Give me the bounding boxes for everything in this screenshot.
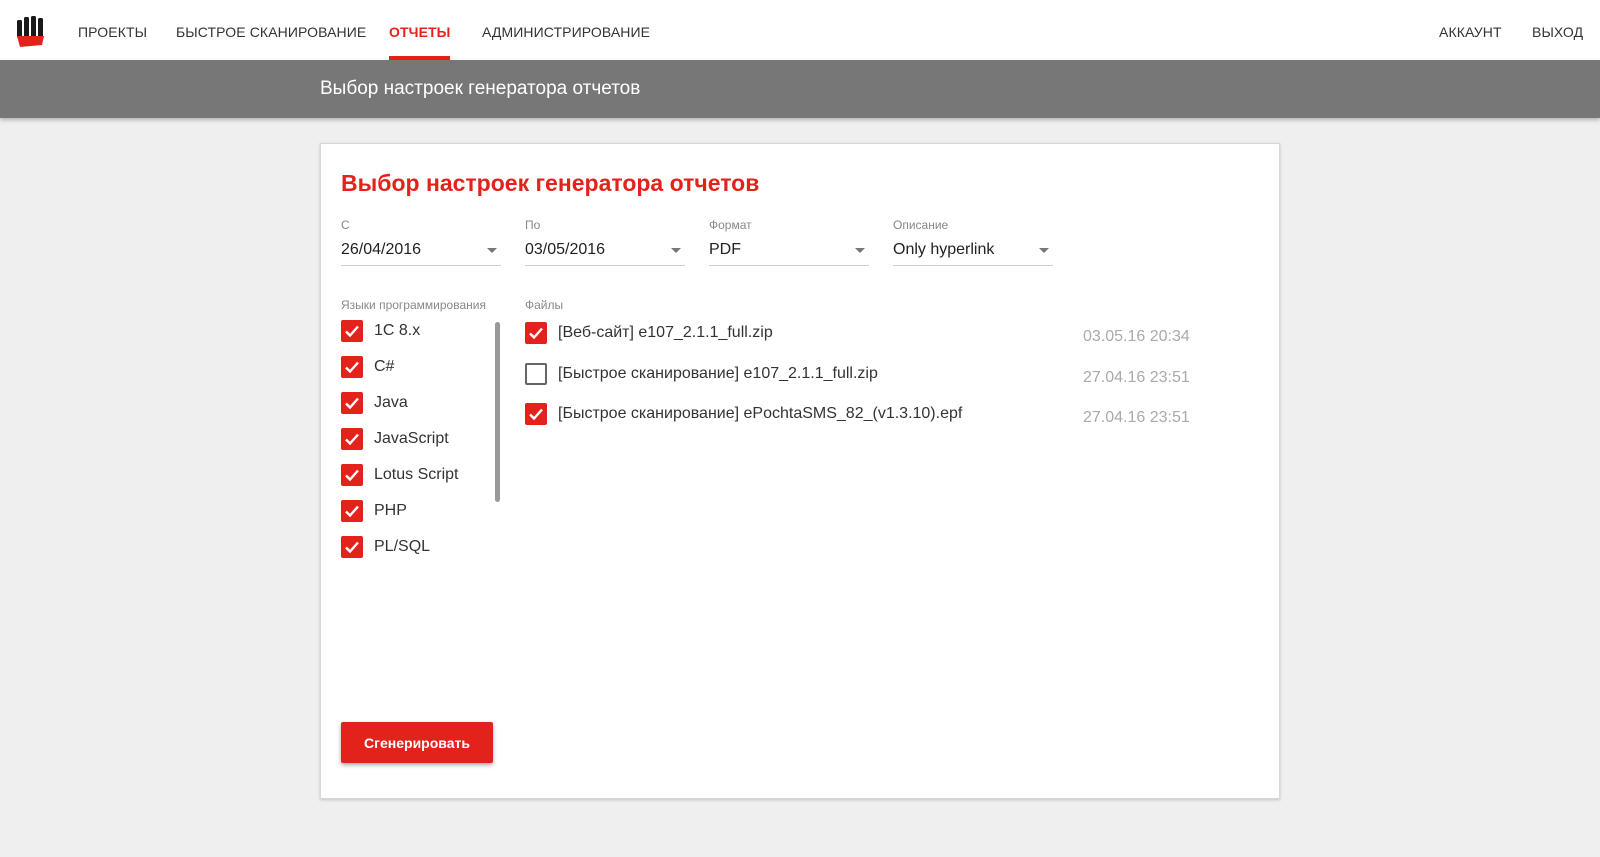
checkmark-icon — [345, 433, 359, 446]
checkbox-checked[interactable] — [525, 403, 547, 425]
languages-scrollbar[interactable] — [495, 322, 500, 502]
date-from-value: 26/04/2016 — [341, 241, 422, 258]
nav-logout[interactable]: ВЫХОД — [1532, 0, 1583, 60]
checkmark-icon — [345, 469, 359, 482]
languages-label: Языки программирования — [341, 298, 486, 312]
date-from-select[interactable]: С 26/04/2016 — [341, 218, 501, 266]
chevron-down-icon — [487, 248, 497, 253]
checkmark-icon — [345, 361, 359, 374]
page-header-bar: Выбор настроек генератора отчетов — [0, 60, 1600, 118]
page-title: Выбор настроек генератора отчетов — [320, 78, 641, 99]
nav-account[interactable]: АККАУНТ — [1439, 0, 1502, 60]
language-label: PL/SQL — [374, 538, 431, 555]
language-item-php[interactable]: PHP — [341, 498, 491, 526]
language-label: C# — [374, 358, 395, 375]
description-select[interactable]: Описание Only hyperlink — [893, 218, 1053, 266]
language-item-csharp[interactable]: C# — [341, 354, 491, 382]
file-date: 27.04.16 23:51 — [1083, 369, 1190, 386]
language-item-javascript[interactable]: JavaScript — [341, 426, 491, 454]
chevron-down-icon — [855, 248, 865, 253]
language-label: Lotus Script — [374, 466, 459, 483]
nav-reports[interactable]: ОТЧЕТЫ — [389, 0, 451, 60]
language-item-java[interactable]: Java — [341, 390, 491, 418]
description-value: Only hyperlink — [893, 241, 995, 258]
file-item[interactable]: [Быстрое сканирование] ePochtaSMS_82_(v1… — [525, 401, 1205, 431]
file-name: [Быстрое сканирование] e107_2.1.1_full.z… — [558, 365, 878, 382]
checkbox-checked[interactable] — [341, 392, 363, 414]
language-item-1c[interactable]: 1C 8.x — [341, 318, 491, 346]
language-label: Java — [374, 394, 408, 411]
card-title: Выбор настроек генератора отчетов — [341, 170, 760, 196]
format-value: PDF — [709, 241, 741, 258]
file-name: [Быстрое сканирование] ePochtaSMS_82_(v1… — [558, 405, 963, 422]
languages-list: 1C 8.x C# Java JavaScript Lotus Script P… — [341, 318, 501, 718]
checkmark-icon — [345, 541, 359, 554]
checkbox-checked[interactable] — [341, 428, 363, 450]
chevron-down-icon — [671, 248, 681, 253]
nav-projects[interactable]: ПРОЕКТЫ — [78, 0, 147, 60]
top-navigation: ПРОЕКТЫ БЫСТРОЕ СКАНИРОВАНИЕ ОТЧЕТЫ АДМИ… — [0, 0, 1600, 60]
file-name: [Веб-сайт] e107_2.1.1_full.zip — [558, 324, 773, 341]
file-item[interactable]: [Быстрое сканирование] e107_2.1.1_full.z… — [525, 361, 1205, 391]
date-from-label: С — [341, 218, 350, 232]
language-label: PHP — [374, 502, 407, 519]
nav-administration[interactable]: АДМИНИСТРИРОВАНИЕ — [482, 0, 650, 60]
language-label: 1C 8.x — [374, 322, 421, 339]
checkmark-icon — [345, 505, 359, 518]
file-item[interactable]: [Веб-сайт] e107_2.1.1_full.zip 03.05.16 … — [525, 320, 1205, 350]
file-date: 03.05.16 20:34 — [1083, 328, 1190, 345]
checkbox-checked[interactable] — [525, 322, 547, 344]
checkmark-icon — [529, 327, 543, 340]
language-item-lotus-script[interactable]: Lotus Script — [341, 462, 491, 490]
generate-button[interactable]: Сгенерировать — [341, 722, 493, 763]
nav-quick-scan[interactable]: БЫСТРОЕ СКАНИРОВАНИЕ — [176, 0, 366, 60]
date-to-value: 03/05/2016 — [525, 241, 606, 258]
date-to-label: По — [525, 218, 541, 232]
description-label: Описание — [893, 218, 949, 232]
format-label: Формат — [709, 218, 752, 232]
checkbox-unchecked[interactable] — [525, 363, 547, 385]
file-date: 27.04.16 23:51 — [1083, 409, 1190, 426]
checkmark-icon — [345, 325, 359, 338]
files-label: Файлы — [525, 298, 564, 312]
language-item-plsql[interactable]: PL/SQL — [341, 534, 491, 562]
report-settings-card: Выбор настроек генератора отчетов С 26/0… — [320, 143, 1280, 799]
date-to-select[interactable]: По 03/05/2016 — [525, 218, 685, 266]
checkmark-icon — [529, 408, 543, 421]
checkbox-checked[interactable] — [341, 536, 363, 558]
chevron-down-icon — [1039, 248, 1049, 253]
checkbox-checked[interactable] — [341, 464, 363, 486]
checkbox-checked[interactable] — [341, 320, 363, 342]
nav-reports-label: ОТЧЕТЫ — [389, 24, 451, 40]
checkbox-checked[interactable] — [341, 356, 363, 378]
checkbox-checked[interactable] — [341, 500, 363, 522]
logo-icon[interactable] — [16, 14, 48, 48]
format-select[interactable]: Формат PDF — [709, 218, 869, 266]
checkmark-icon — [345, 397, 359, 410]
language-label: JavaScript — [374, 430, 449, 447]
